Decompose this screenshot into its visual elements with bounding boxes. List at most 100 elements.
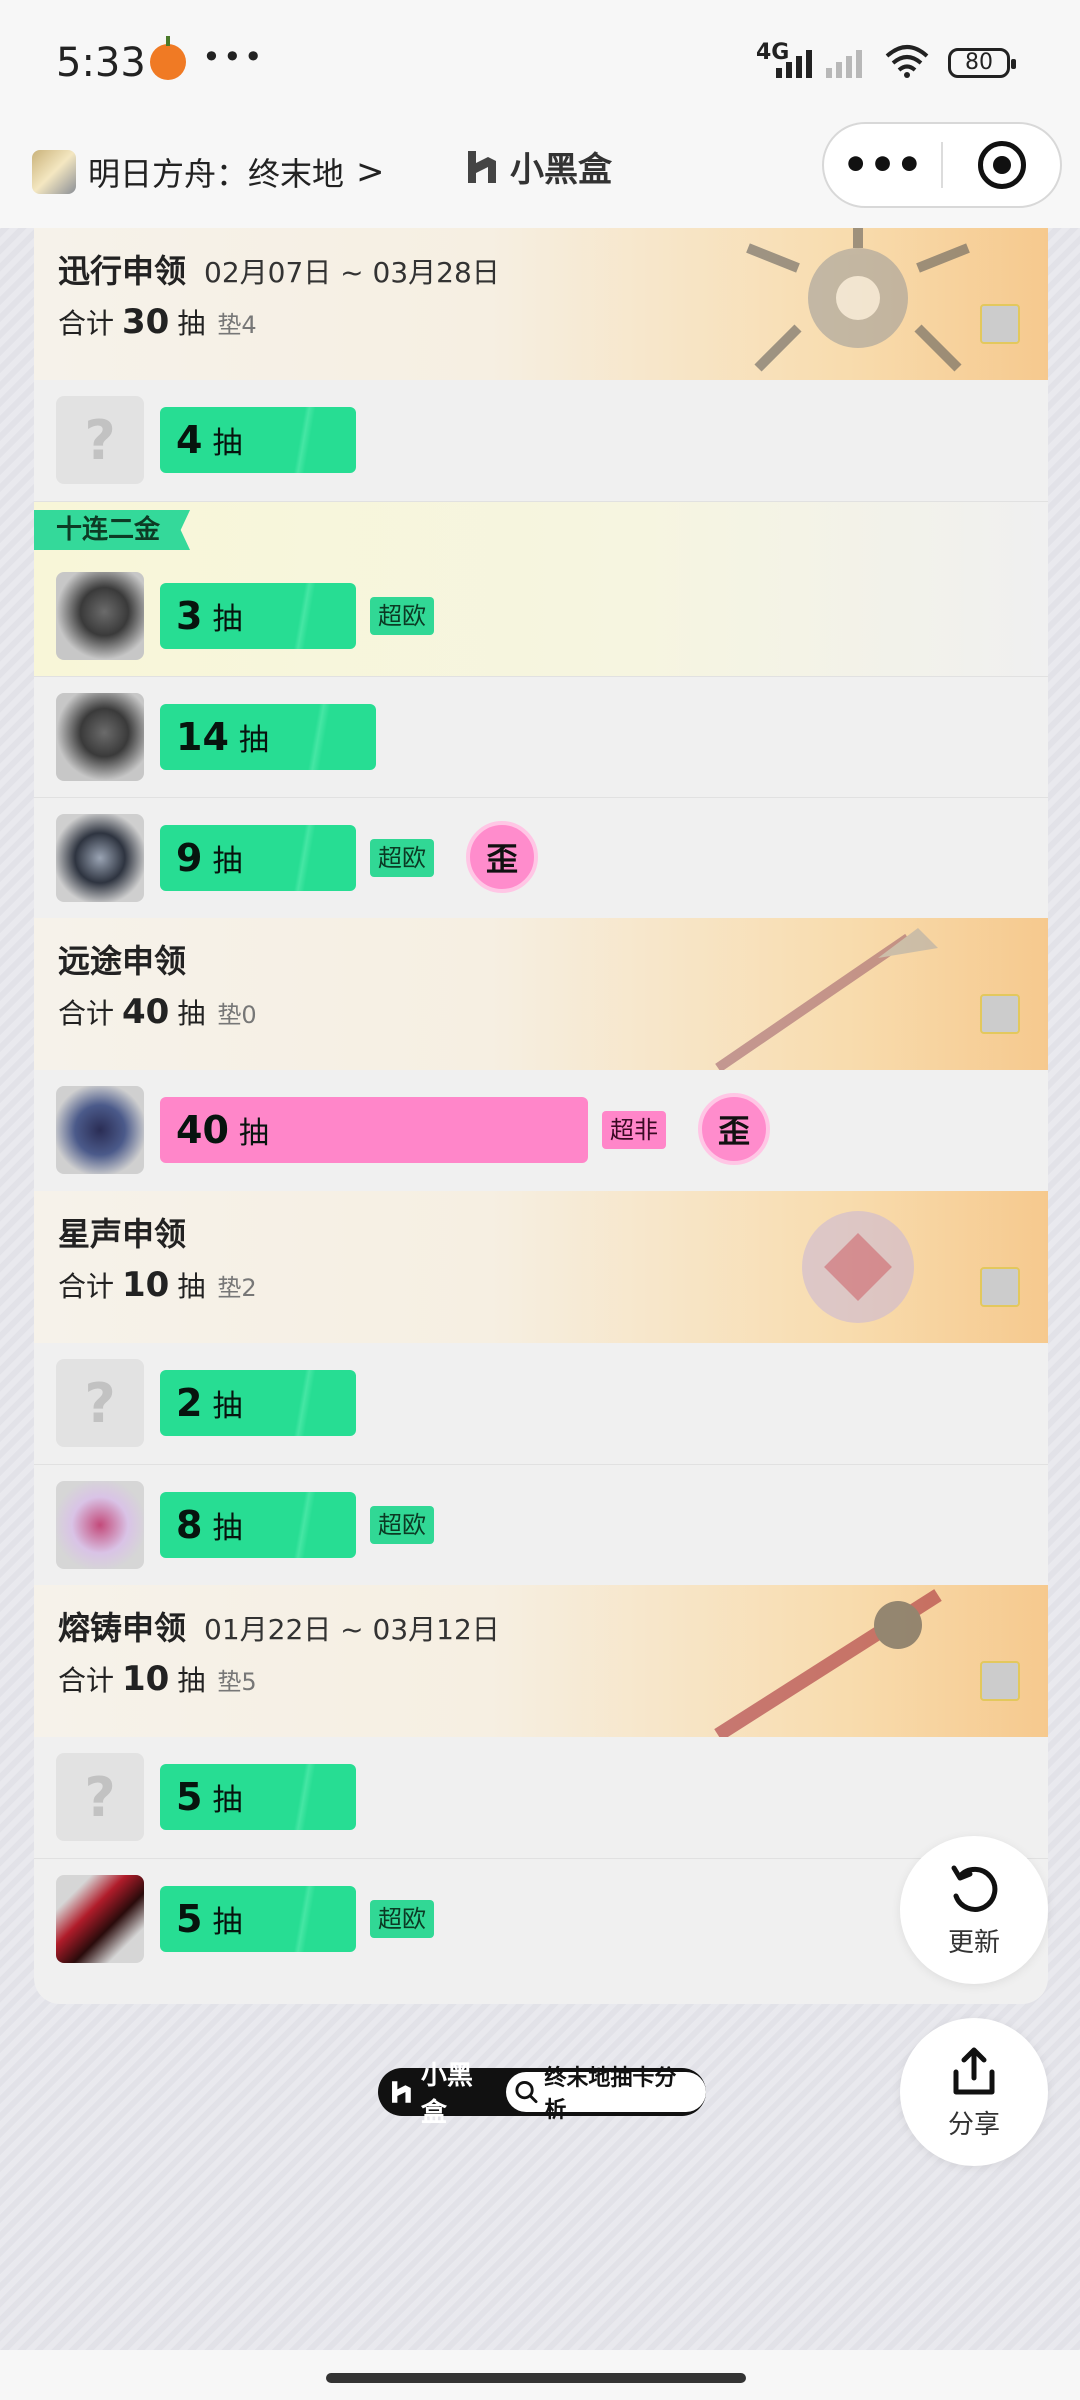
game-thumbnail [32,150,76,194]
total-prefix: 合计 [58,1270,115,1303]
total-unit: 抽 [177,997,206,1030]
pull-unit: 抽 [212,844,243,879]
pull-row: 十连二金 3 抽 超欧 [34,501,1048,676]
gacha-record-card: 迅行申领 02月07日 ~ 03月28日 合计 30 抽 垫4 ? 4 抽 十连… [34,228,1048,2004]
banner-weapon-art-icon [715,928,938,1070]
home-indicator[interactable] [326,2373,746,2383]
pool-banner: 迅行申领 02月07日 ~ 03月28日 合计 30 抽 垫4 [34,228,1048,380]
pull-bar: 5 抽 [160,1764,356,1830]
total-unit: 抽 [177,307,206,340]
more-dots-icon[interactable]: ••• [824,144,941,186]
ten-pull-tag: 十连二金 [34,510,191,550]
footer-search-tag: 终末地抽卡分析 [505,2066,706,2123]
operator-avatar [56,814,144,902]
pull-count: 3 [176,594,203,638]
status-time: 5:33 [56,40,146,86]
luck-badge: 超欧 [370,1900,434,1938]
luck-badge: 超欧 [370,597,434,635]
search-icon [514,2080,537,2104]
game-title: 明日方舟：终末地 [88,155,345,193]
refresh-label: 更新 [947,1927,1000,1958]
pool-date: 01月22日 ~ 03月12日 [204,1613,500,1646]
pool-date: 02月07日 ~ 03月28日 [204,256,500,289]
pull-row: 8 抽 超欧 [34,1464,1048,1585]
pull-row: ? 2 抽 [34,1343,1048,1464]
pull-row: 40 抽 超非 歪 [34,1070,1048,1191]
pool-name: 迅行申领 [58,252,187,290]
operator-avatar [56,1086,144,1174]
status-bar: 5:33 ••• 4G 80 [0,0,1080,122]
wifi-icon [885,45,929,78]
pull-bar: 8 抽 [160,1492,356,1558]
banner-art-icon [802,1211,914,1323]
total-prefix: 合计 [58,997,115,1030]
pull-count: 5 [176,1775,203,1819]
total-count: 40 [122,992,170,1032]
pull-unit: 抽 [238,723,269,758]
pull-count: 9 [176,836,203,880]
pool-item-thumbnail [980,994,1020,1034]
pool-name: 远途申领 [58,942,187,980]
pull-bar: 9 抽 [160,825,356,891]
banner-art-icon [746,228,970,372]
brand-name: 小黑盒 [510,150,612,190]
total-prefix: 合计 [58,307,115,340]
off-banner-icon: 歪 [698,1093,770,1165]
pull-count: 5 [176,1897,203,1941]
operator-avatar [56,1481,144,1569]
luck-badge: 超非 [602,1111,666,1149]
pull-bar: 2 抽 [160,1370,356,1436]
pity-count: 垫5 [217,1668,257,1696]
pull-bar: 40 抽 [160,1097,588,1163]
total-prefix: 合计 [58,1664,115,1697]
off-banner-icon: 歪 [466,821,538,893]
pool-name: 星声申领 [58,1215,187,1253]
share-button[interactable]: 分享 [900,2018,1048,2166]
share-icon [953,2047,995,2094]
share-label: 分享 [947,2109,1000,2140]
footer-brand: 小黑盒 [388,2055,496,2129]
pool-banner: 熔铸申领 01月22日 ~ 03月12日 合计 10 抽 垫5 [34,1585,1048,1737]
game-selector[interactable]: 明日方舟：终末地 > [32,140,385,204]
pool-item-thumbnail [980,304,1020,344]
pull-bar: 4 抽 [160,407,356,473]
pool-item-thumbnail [980,1661,1020,1701]
footer-watermark: 小黑盒 终末地抽卡分析 [378,2061,706,2128]
miniapp-close-button[interactable] [943,141,1060,189]
pity-count: 垫4 [217,311,257,339]
pull-bar: 5 抽 [160,1886,356,1952]
luck-badge: 超欧 [370,839,434,877]
operator-avatar [56,572,144,660]
pull-count: 40 [176,1108,229,1152]
pull-row: 9 抽 超欧 歪 [34,797,1048,918]
pull-count: 2 [176,1381,203,1425]
more-notifications-icon: ••• [202,38,265,76]
pull-unit: 抽 [212,426,243,461]
xiaoheihe-logo-icon [392,2081,411,2103]
pool-name: 熔铸申领 [58,1609,187,1647]
pull-count: 8 [176,1503,203,1547]
pool-banner: 远途申领 合计 40 抽 垫0 [34,918,1048,1070]
footer-search-text: 终末地抽卡分析 [544,2066,677,2123]
brand-logo: 小黑盒 [462,142,612,191]
signal-icon [776,46,812,78]
pity-count: 垫0 [217,1001,257,1029]
total-unit: 抽 [177,1270,206,1303]
pull-row: 14 抽 [34,676,1048,797]
xiaoheihe-logo-icon [468,150,496,183]
total-count: 30 [122,302,170,342]
pity-count: 垫2 [217,1274,257,1302]
refresh-button[interactable]: 更新 [900,1836,1048,1984]
pull-row: ? 4 抽 [34,380,1048,501]
pull-unit: 抽 [212,1905,243,1940]
total-count: 10 [122,1659,170,1699]
unknown-avatar-icon: ? [56,1359,144,1447]
pull-unit: 抽 [238,1116,269,1151]
chevron-right-icon: > [356,152,385,192]
total-count: 10 [122,1265,170,1305]
pull-unit: 抽 [212,1511,243,1546]
pull-bar: 14 抽 [160,704,376,770]
pool-banner: 星声申领 合计 10 抽 垫2 [34,1191,1048,1343]
miniapp-capsule: ••• [822,122,1062,208]
pull-unit: 抽 [212,1389,243,1424]
